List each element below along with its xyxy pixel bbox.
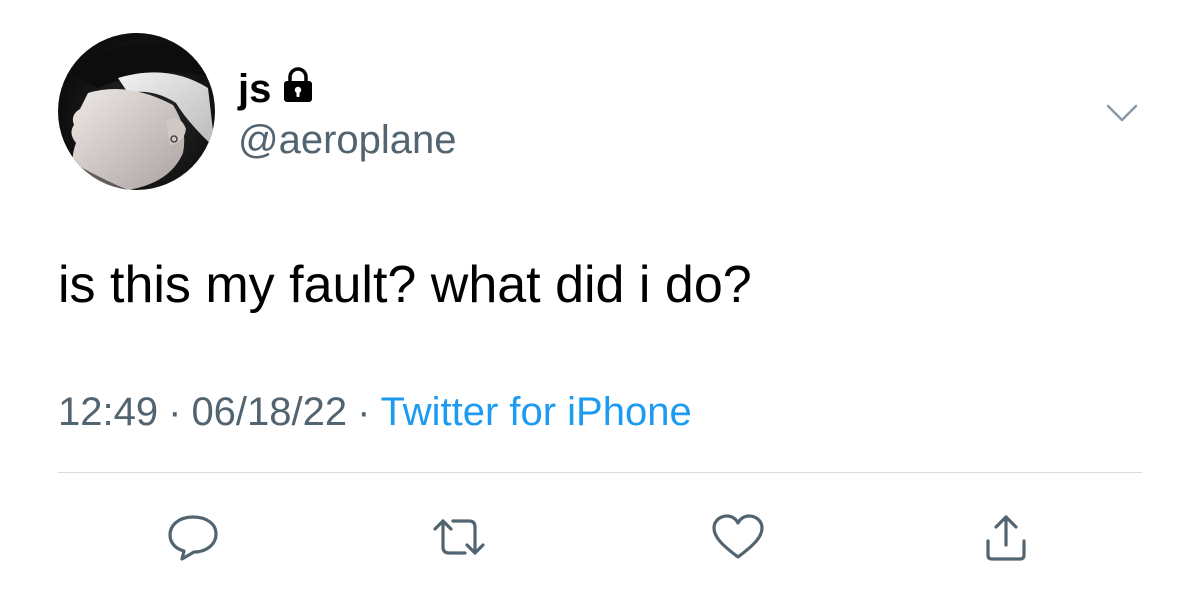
tweet-time: 12:49 <box>58 390 159 434</box>
meta-separator: · <box>168 390 182 434</box>
share-button[interactable] <box>976 510 1036 564</box>
user-handle[interactable]: @aeroplane <box>238 116 457 164</box>
meta-separator: · <box>357 390 371 434</box>
display-name-text: js <box>238 67 272 111</box>
avatar[interactable] <box>58 33 215 190</box>
tweet-source-link[interactable]: Twitter for iPhone <box>380 390 691 434</box>
tweet-card: js @aeroplane is this my fault? what did… <box>0 0 1200 601</box>
retweet-icon <box>429 513 489 561</box>
retweet-button[interactable] <box>429 510 489 564</box>
like-button[interactable] <box>708 510 768 564</box>
tweet-date: 06/18/22 <box>191 390 348 434</box>
heart-icon <box>710 513 766 561</box>
display-name[interactable]: js <box>238 64 315 114</box>
chevron-down-icon[interactable] <box>1102 98 1142 128</box>
tweet-meta: 12:49 · 06/18/22 · Twitter for iPhone <box>58 388 692 436</box>
share-icon <box>980 511 1032 563</box>
tweet-text: is this my fault? what did i do? <box>58 256 752 314</box>
reply-icon <box>165 512 221 562</box>
divider <box>58 472 1142 473</box>
reply-button[interactable] <box>163 510 223 564</box>
lock-icon <box>281 66 315 114</box>
